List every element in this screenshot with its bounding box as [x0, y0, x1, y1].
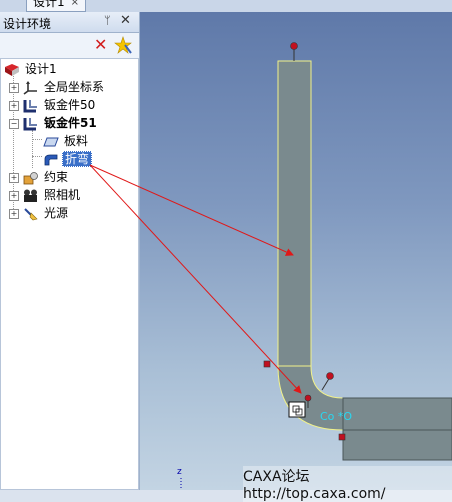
tree-node-label: 板料: [64, 134, 89, 148]
tree-node-light[interactable]: 光源: [23, 205, 70, 221]
sheet-metal-icon: [23, 117, 37, 130]
design-tree: 设计1 + 全局坐标系 + 钣金件50 − 钣金件51 板料 折弯 + 约束 +…: [0, 58, 139, 490]
tree-node-sheetmetal-51[interactable]: 钣金件51: [23, 115, 99, 131]
tree-node-label: 钣金件51: [44, 116, 97, 130]
tree-node-label: 折弯: [62, 151, 93, 167]
expand-toggle[interactable]: +: [9, 173, 19, 183]
panel-title: 设计环境: [3, 17, 52, 31]
document-tab-title: 设计1: [33, 0, 65, 9]
panel-close-icon[interactable]: ✕: [120, 13, 131, 28]
document-tab[interactable]: 设计1 ×: [26, 0, 87, 12]
plate-icon: [43, 137, 59, 146]
tree-node-root[interactable]: 设计1: [4, 61, 59, 77]
sheet-metal-icon: [23, 99, 37, 112]
design-environment-panel: 设计环境 ᛘ ✕ ✕ 设计1 + 全局坐标系 + 钣金件50 − 钣金件51 板…: [0, 12, 140, 490]
panel-header: 设计环境 ᛘ ✕: [0, 12, 139, 33]
light-source-icon: [24, 207, 38, 220]
tree-node-plate[interactable]: 板料: [43, 133, 90, 149]
tree-node-coord[interactable]: 全局坐标系: [23, 79, 106, 95]
tree-node-label: 照相机: [44, 188, 81, 202]
watermark-text: CAXA论坛 http://top.caxa.com/: [243, 466, 452, 502]
tree-node-sheetmetal-50[interactable]: 钣金件50: [23, 97, 97, 113]
pin-icon[interactable]: ᛘ: [104, 14, 111, 27]
collapse-toggle[interactable]: −: [9, 119, 19, 129]
bend-icon: [44, 154, 58, 165]
tree-node-bend[interactable]: 折弯: [43, 151, 93, 167]
constraint-icon: [23, 171, 38, 184]
design-icon: [5, 63, 19, 76]
expand-toggle[interactable]: +: [9, 191, 19, 201]
co-label: Co *O: [320, 410, 353, 423]
document-tab-close-icon[interactable]: ×: [71, 0, 79, 11]
tree-node-label: 全局坐标系: [44, 80, 105, 94]
tree-node-label: 钣金件50: [44, 98, 96, 112]
tree-node-camera[interactable]: 照相机: [23, 187, 82, 203]
panel-toolbar: ✕: [0, 33, 139, 57]
3d-viewport[interactable]: [140, 12, 452, 490]
expand-toggle[interactable]: +: [9, 209, 19, 219]
tree-node-label: 光源: [44, 206, 69, 220]
z-axis-label: z: [177, 467, 182, 477]
coordinate-system-icon: [23, 80, 37, 95]
tree-node-label: 约束: [44, 170, 69, 184]
tree-node-constraint[interactable]: 约束: [23, 169, 70, 185]
delete-icon[interactable]: ✕: [94, 36, 107, 54]
camera-icon: [24, 189, 37, 202]
expand-toggle[interactable]: +: [9, 83, 19, 93]
expand-toggle[interactable]: +: [9, 101, 19, 111]
tree-node-label: 设计1: [25, 62, 57, 76]
wizard-icon[interactable]: [113, 35, 133, 55]
